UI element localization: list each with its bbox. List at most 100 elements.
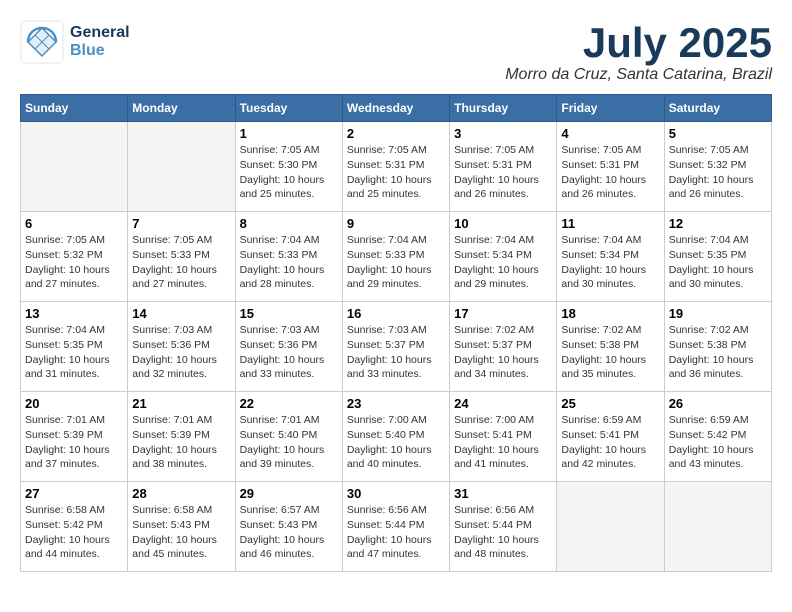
calendar-cell: 24Sunrise: 7:00 AM Sunset: 5:41 PM Dayli… bbox=[450, 392, 557, 482]
cell-date: 2 bbox=[347, 126, 445, 141]
cell-info: Sunrise: 7:02 AM Sunset: 5:37 PM Dayligh… bbox=[454, 323, 552, 382]
weekday-header-tuesday: Tuesday bbox=[235, 95, 342, 122]
calendar-cell: 20 Sunrise: 7:01 AM Sunset: 5:39 PM Dayli… bbox=[21, 392, 128, 482]
calendar-cell: 22 Sunrise: 7:01 AM Sunset: 5:40 PM Dayli… bbox=[235, 392, 342, 482]
cell-info: Sunrise: 7:05 AM Sunset: 5:31 PM Dayligh… bbox=[561, 143, 659, 202]
weekday-header-row: SundayMondayTuesdayWednesdayThursdayFrid… bbox=[21, 95, 772, 122]
cell-date: 14 bbox=[132, 306, 230, 321]
month-title: July 2025 bbox=[505, 20, 772, 66]
cell-info: Sunrise: 7:04 AM Sunset: 5:34 PM Dayligh… bbox=[454, 233, 552, 292]
cell-date: 6 bbox=[25, 216, 123, 231]
calendar-cell bbox=[557, 482, 664, 572]
cell-date: 9 bbox=[347, 216, 445, 231]
cell-info: Sunrise: 7:04 AM Sunset: 5:34 PM Dayligh… bbox=[561, 233, 659, 292]
page-header: General Blue July 2025 Morro da Cruz, Sa… bbox=[20, 20, 772, 84]
cell-date: 22 bbox=[240, 396, 338, 411]
calendar-cell bbox=[21, 122, 128, 212]
location: Morro da Cruz, Santa Catarina, Brazil bbox=[505, 66, 772, 84]
calendar-week-2: 6 Sunrise: 7:05 AM Sunset: 5:32 PM Daylig… bbox=[21, 212, 772, 302]
cell-date: 25 bbox=[561, 396, 659, 411]
calendar-cell: 27 Sunrise: 6:58 AM Sunset: 5:42 PM Dayli… bbox=[21, 482, 128, 572]
cell-date: 16 bbox=[347, 306, 445, 321]
cell-info: Sunrise: 7:05 AM Sunset: 5:31 PM Dayligh… bbox=[347, 143, 445, 202]
calendar-cell: 13 Sunrise: 7:04 AM Sunset: 5:35 PM Dayli… bbox=[21, 302, 128, 392]
calendar-cell: 8 Sunrise: 7:04 AM Sunset: 5:33 PM Daylig… bbox=[235, 212, 342, 302]
cell-date: 20 bbox=[25, 396, 123, 411]
cell-info: Sunrise: 7:03 AM Sunset: 5:36 PM Dayligh… bbox=[240, 323, 338, 382]
cell-info: Sunrise: 7:01 AM Sunset: 5:40 PM Dayligh… bbox=[240, 413, 338, 472]
cell-info: Sunrise: 7:04 AM Sunset: 5:35 PM Dayligh… bbox=[669, 233, 767, 292]
cell-info: Sunrise: 7:02 AM Sunset: 5:38 PM Dayligh… bbox=[561, 323, 659, 382]
cell-info: Sunrise: 6:59 AM Sunset: 5:41 PM Dayligh… bbox=[561, 413, 659, 472]
cell-date: 10 bbox=[454, 216, 552, 231]
cell-info: Sunrise: 7:05 AM Sunset: 5:31 PM Dayligh… bbox=[454, 143, 552, 202]
cell-date: 4 bbox=[561, 126, 659, 141]
calendar-week-4: 20 Sunrise: 7:01 AM Sunset: 5:39 PM Dayli… bbox=[21, 392, 772, 482]
cell-info: Sunrise: 7:03 AM Sunset: 5:36 PM Dayligh… bbox=[132, 323, 230, 382]
calendar-cell: 19Sunrise: 7:02 AM Sunset: 5:38 PM Dayli… bbox=[664, 302, 771, 392]
cell-date: 3 bbox=[454, 126, 552, 141]
calendar-cell bbox=[128, 122, 235, 212]
calendar-cell: 15 Sunrise: 7:03 AM Sunset: 5:36 PM Dayli… bbox=[235, 302, 342, 392]
cell-date: 5 bbox=[669, 126, 767, 141]
cell-date: 1 bbox=[240, 126, 338, 141]
calendar-cell: 3 Sunrise: 7:05 AM Sunset: 5:31 PM Daylig… bbox=[450, 122, 557, 212]
calendar-cell: 21 Sunrise: 7:01 AM Sunset: 5:39 PM Dayli… bbox=[128, 392, 235, 482]
cell-info: Sunrise: 7:05 AM Sunset: 5:33 PM Dayligh… bbox=[132, 233, 230, 292]
calendar-cell: 25 Sunrise: 6:59 AM Sunset: 5:41 PM Dayli… bbox=[557, 392, 664, 482]
calendar-cell: 17 Sunrise: 7:02 AM Sunset: 5:37 PM Dayli… bbox=[450, 302, 557, 392]
logo: General Blue bbox=[20, 20, 130, 64]
cell-date: 23 bbox=[347, 396, 445, 411]
cell-info: Sunrise: 7:04 AM Sunset: 5:35 PM Dayligh… bbox=[25, 323, 123, 382]
calendar-cell: 2 Sunrise: 7:05 AM Sunset: 5:31 PM Daylig… bbox=[342, 122, 449, 212]
title-block: July 2025 Morro da Cruz, Santa Catarina,… bbox=[505, 20, 772, 84]
cell-date: 30 bbox=[347, 486, 445, 501]
cell-date: 13 bbox=[25, 306, 123, 321]
cell-info: Sunrise: 6:58 AM Sunset: 5:42 PM Dayligh… bbox=[25, 503, 123, 562]
logo-blue: Blue bbox=[70, 42, 130, 60]
cell-date: 29 bbox=[240, 486, 338, 501]
cell-info: Sunrise: 6:59 AM Sunset: 5:42 PM Dayligh… bbox=[669, 413, 767, 472]
cell-info: Sunrise: 6:56 AM Sunset: 5:44 PM Dayligh… bbox=[454, 503, 552, 562]
calendar-cell: 29 Sunrise: 6:57 AM Sunset: 5:43 PM Dayli… bbox=[235, 482, 342, 572]
cell-date: 7 bbox=[132, 216, 230, 231]
calendar-cell: 12Sunrise: 7:04 AM Sunset: 5:35 PM Dayli… bbox=[664, 212, 771, 302]
cell-info: Sunrise: 7:00 AM Sunset: 5:40 PM Dayligh… bbox=[347, 413, 445, 472]
calendar-week-5: 27 Sunrise: 6:58 AM Sunset: 5:42 PM Dayli… bbox=[21, 482, 772, 572]
cell-info: Sunrise: 7:02 AM Sunset: 5:38 PM Dayligh… bbox=[669, 323, 767, 382]
calendar-cell bbox=[664, 482, 771, 572]
cell-info: Sunrise: 7:04 AM Sunset: 5:33 PM Dayligh… bbox=[347, 233, 445, 292]
cell-info: Sunrise: 7:01 AM Sunset: 5:39 PM Dayligh… bbox=[132, 413, 230, 472]
cell-date: 26 bbox=[669, 396, 767, 411]
calendar-cell: 1 Sunrise: 7:05 AM Sunset: 5:30 PM Daylig… bbox=[235, 122, 342, 212]
calendar-cell: 9 Sunrise: 7:04 AM Sunset: 5:33 PM Daylig… bbox=[342, 212, 449, 302]
cell-info: Sunrise: 7:04 AM Sunset: 5:33 PM Dayligh… bbox=[240, 233, 338, 292]
cell-date: 28 bbox=[132, 486, 230, 501]
cell-date: 18 bbox=[561, 306, 659, 321]
calendar-cell: 7 Sunrise: 7:05 AM Sunset: 5:33 PM Daylig… bbox=[128, 212, 235, 302]
calendar-cell: 4 Sunrise: 7:05 AM Sunset: 5:31 PM Daylig… bbox=[557, 122, 664, 212]
cell-info: Sunrise: 7:05 AM Sunset: 5:32 PM Dayligh… bbox=[669, 143, 767, 202]
cell-info: Sunrise: 7:01 AM Sunset: 5:39 PM Dayligh… bbox=[25, 413, 123, 472]
weekday-header-thursday: Thursday bbox=[450, 95, 557, 122]
calendar-cell: 18 Sunrise: 7:02 AM Sunset: 5:38 PM Dayli… bbox=[557, 302, 664, 392]
cell-info: Sunrise: 7:00 AM Sunset: 5:41 PM Dayligh… bbox=[454, 413, 552, 472]
cell-date: 27 bbox=[25, 486, 123, 501]
calendar-cell: 23 Sunrise: 7:00 AM Sunset: 5:40 PM Dayli… bbox=[342, 392, 449, 482]
calendar-cell: 31 Sunrise: 6:56 AM Sunset: 5:44 PM Dayli… bbox=[450, 482, 557, 572]
calendar-cell: 14 Sunrise: 7:03 AM Sunset: 5:36 PM Dayli… bbox=[128, 302, 235, 392]
calendar-cell: 10 Sunrise: 7:04 AM Sunset: 5:34 PM Dayli… bbox=[450, 212, 557, 302]
cell-info: Sunrise: 6:58 AM Sunset: 5:43 PM Dayligh… bbox=[132, 503, 230, 562]
cell-info: Sunrise: 7:05 AM Sunset: 5:32 PM Dayligh… bbox=[25, 233, 123, 292]
calendar-cell: 28 Sunrise: 6:58 AM Sunset: 5:43 PM Dayli… bbox=[128, 482, 235, 572]
cell-date: 15 bbox=[240, 306, 338, 321]
cell-date: 8 bbox=[240, 216, 338, 231]
cell-info: Sunrise: 7:05 AM Sunset: 5:30 PM Dayligh… bbox=[240, 143, 338, 202]
cell-date: 31 bbox=[454, 486, 552, 501]
calendar-cell: 5 Sunrise: 7:05 AM Sunset: 5:32 PM Daylig… bbox=[664, 122, 771, 212]
calendar-table: SundayMondayTuesdayWednesdayThursdayFrid… bbox=[20, 94, 772, 572]
cell-info: Sunrise: 7:03 AM Sunset: 5:37 PM Dayligh… bbox=[347, 323, 445, 382]
cell-date: 21 bbox=[132, 396, 230, 411]
cell-info: Sunrise: 6:57 AM Sunset: 5:43 PM Dayligh… bbox=[240, 503, 338, 562]
cell-date: 17 bbox=[454, 306, 552, 321]
